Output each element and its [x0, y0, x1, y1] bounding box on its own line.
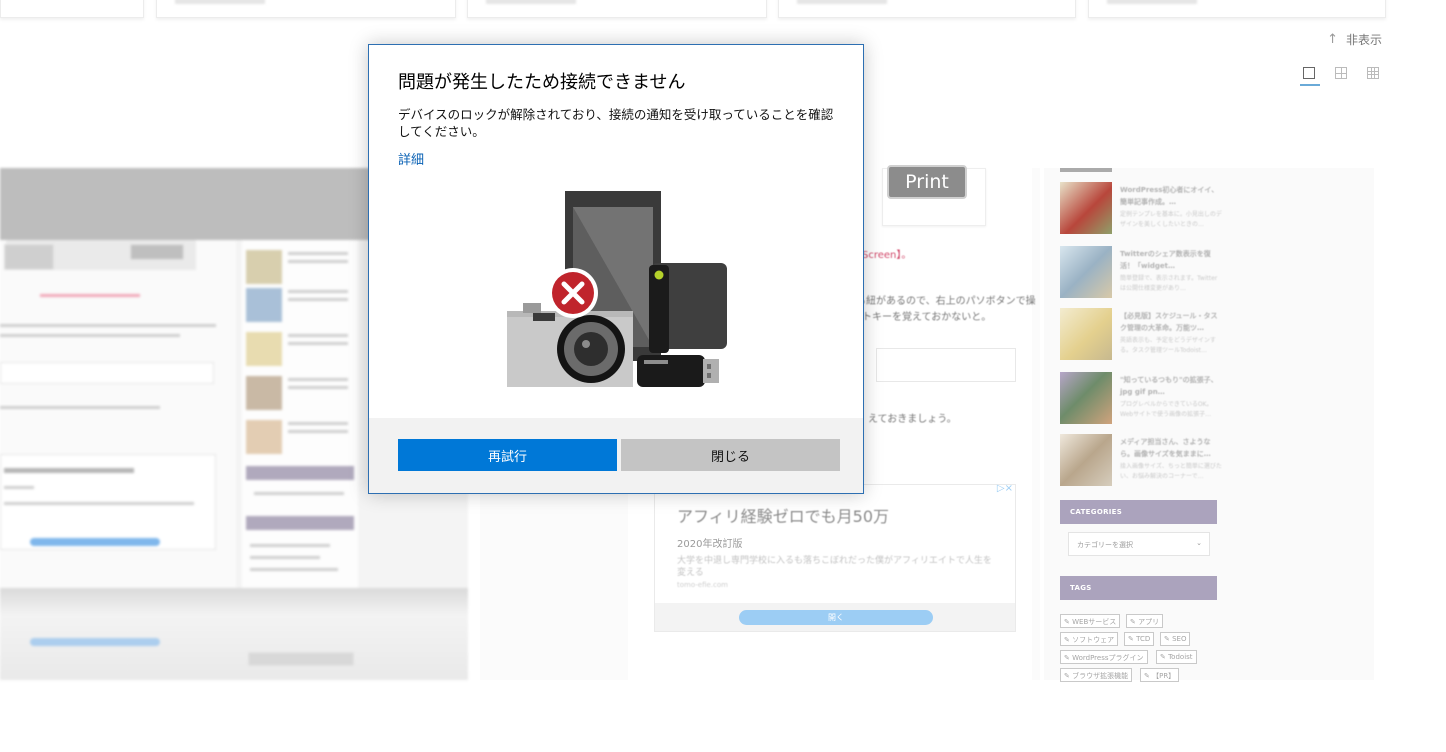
tag-label: SEO: [1172, 635, 1187, 643]
article-text: えておきましょう。: [868, 414, 957, 425]
tag[interactable]: ✎ 【PR】: [1140, 668, 1180, 682]
post-thumbnail: [1060, 246, 1112, 298]
tag-label: ブラウザ拡張機能: [1072, 672, 1129, 680]
ad-open-button[interactable]: 開く: [739, 610, 933, 625]
post-desc: 英語表示も、予定をどうデザインする。タスク管理ツールTodoist…: [1120, 337, 1216, 354]
tag-label: TCD: [1136, 635, 1151, 643]
tag-label: WEBサービス: [1072, 618, 1117, 626]
advertisement[interactable]: ▷× アフィリ経験ゼロでも月50万 2020年改訂版 大学を中退し専門学校に入る…: [654, 483, 1016, 632]
sidebar-post[interactable]: 【必見版】スケジュール・タスク管理の大革命。万能ツ… 英語表示も、予定をどうデザ…: [1060, 308, 1222, 362]
top-card-strip: [0, 0, 1446, 20]
tag[interactable]: ✎ TCD: [1124, 632, 1155, 646]
tag[interactable]: ✎ ブラウザ拡張機能: [1060, 668, 1133, 682]
ad-url: tomo-efie.com: [677, 581, 728, 589]
sidebar-post[interactable]: Twitterのシェア数表示を復活！「widget… 簡単登録で、表示されます。…: [1060, 246, 1222, 300]
tag[interactable]: ✎ WordPressプラグイン: [1060, 650, 1148, 664]
arrow-up-icon: ↑: [1327, 32, 1338, 47]
post-thumbnail: [1060, 372, 1112, 424]
post-title: 【必見版】スケジュール・タスク管理の大革命。万能ツ…: [1120, 312, 1218, 332]
ad-close-icon[interactable]: ▷×: [997, 483, 1013, 494]
dialog-footer: 再試行 閉じる: [369, 418, 863, 493]
post-thumbnail: [1060, 434, 1112, 486]
blurred-sidebar: WordPress初心者にオイイ、簡単記事作成。… 定例テンプレを基本に。小見出…: [1044, 168, 1374, 682]
tag-label: WordPressプラグイン: [1072, 654, 1144, 662]
post-desc: プログレベルからできているOK。Webサイトで使う画像の拡張子…: [1120, 401, 1213, 418]
hide-toggle[interactable]: ↑ 非表示: [1327, 31, 1382, 48]
categories-select-value: カテゴリーを選択: [1077, 541, 1133, 549]
print-screen-key-image: Print Screen: [887, 165, 967, 223]
grid-3-view-icon[interactable]: [1364, 64, 1382, 86]
grid-2-view-icon[interactable]: [1332, 64, 1350, 86]
post-desc: 捨入画像サイズ、ちっと簡単に選びたい、お悩み解決のコーナーで…: [1120, 463, 1222, 480]
article-text: る紐があるので、右上のパソボタンで操: [856, 296, 1036, 307]
view-mode-switcher: [1300, 64, 1382, 86]
dialog-message: デバイスのロックが解除されており、接続の通知を受け取っていることを確認してくださ…: [398, 107, 834, 139]
ad-subtitle: 2020年改訂版: [677, 539, 743, 550]
ad-title: アフィリ経験ゼロでも月50万: [677, 507, 890, 526]
dialog-title: 問題が発生したため接続できません: [398, 72, 686, 93]
details-link[interactable]: 詳細: [398, 149, 424, 168]
tag-label: アプリ: [1138, 618, 1160, 626]
categories-select[interactable]: カテゴリーを選択 ⌄: [1068, 532, 1210, 556]
devices-error-icon: [507, 191, 727, 387]
single-view-icon[interactable]: [1300, 64, 1320, 86]
article-link-text: Screen】。: [862, 250, 912, 261]
post-desc: 簡単登録で、表示されます。Twitterは公開仕様変更があり…: [1120, 275, 1218, 292]
retry-button[interactable]: 再試行: [398, 439, 617, 471]
post-thumbnail: [1060, 182, 1112, 234]
hide-label: 非表示: [1345, 33, 1382, 47]
top-card: [1088, 0, 1386, 18]
post-title: Twitterのシェア数表示を復活！「widget…: [1120, 250, 1211, 270]
top-card: [778, 0, 1076, 18]
top-card: [0, 0, 144, 18]
connection-error-dialog: 問題が発生したため接続できません デバイスのロックが解除されており、接続の通知を…: [368, 44, 864, 494]
close-button[interactable]: 閉じる: [621, 439, 840, 471]
tag[interactable]: ✎ ソフトウェア: [1060, 632, 1119, 646]
post-title: "知っているつもり"の拡張子、jpg gif pn…: [1120, 376, 1218, 396]
post-desc: 定例テンプレを基本に。小見出しのデザインを美しくしたいときの…: [1120, 211, 1222, 228]
post-title: WordPress初心者にオイイ、簡単記事作成。…: [1120, 186, 1219, 206]
categories-heading: CATEGORIES: [1060, 500, 1217, 524]
tags-heading: TAGS: [1060, 576, 1217, 600]
tag-label: Todoist: [1168, 653, 1193, 661]
post-title: メディア担当さん、さようなら。画像サイズを気ままに…: [1120, 438, 1211, 458]
tag[interactable]: ✎ SEO: [1160, 632, 1191, 646]
ad-description: 大学を中退し専門学校に入るも落ちこぼれだった僕がアフィリエイトで人生を変える: [677, 556, 992, 578]
sidebar-post[interactable]: WordPress初心者にオイイ、簡単記事作成。… 定例テンプレを基本に。小見出…: [1060, 182, 1222, 236]
top-card: [156, 0, 456, 18]
post-thumbnail: [1060, 308, 1112, 360]
chevron-down-icon: ⌄: [1196, 539, 1202, 547]
article-code-box: [876, 348, 1016, 382]
tag-label: 【PR】: [1152, 672, 1176, 680]
article-text: トキーを覚えておかないと。: [862, 312, 992, 323]
tag[interactable]: ✎ アプリ: [1126, 614, 1164, 628]
tag-label: ソフトウェア: [1072, 636, 1115, 644]
sidebar-post[interactable]: "知っているつもり"の拡張子、jpg gif pn… プログレベルからできている…: [1060, 372, 1222, 426]
tag[interactable]: ✎ WEBサービス: [1060, 614, 1121, 628]
sidebar-post[interactable]: メディア担当さん、さようなら。画像サイズを気ままに… 捨入画像サイズ、ちっと簡単…: [1060, 434, 1222, 488]
tag[interactable]: ✎ Todoist: [1156, 650, 1197, 664]
top-card: [467, 0, 767, 18]
